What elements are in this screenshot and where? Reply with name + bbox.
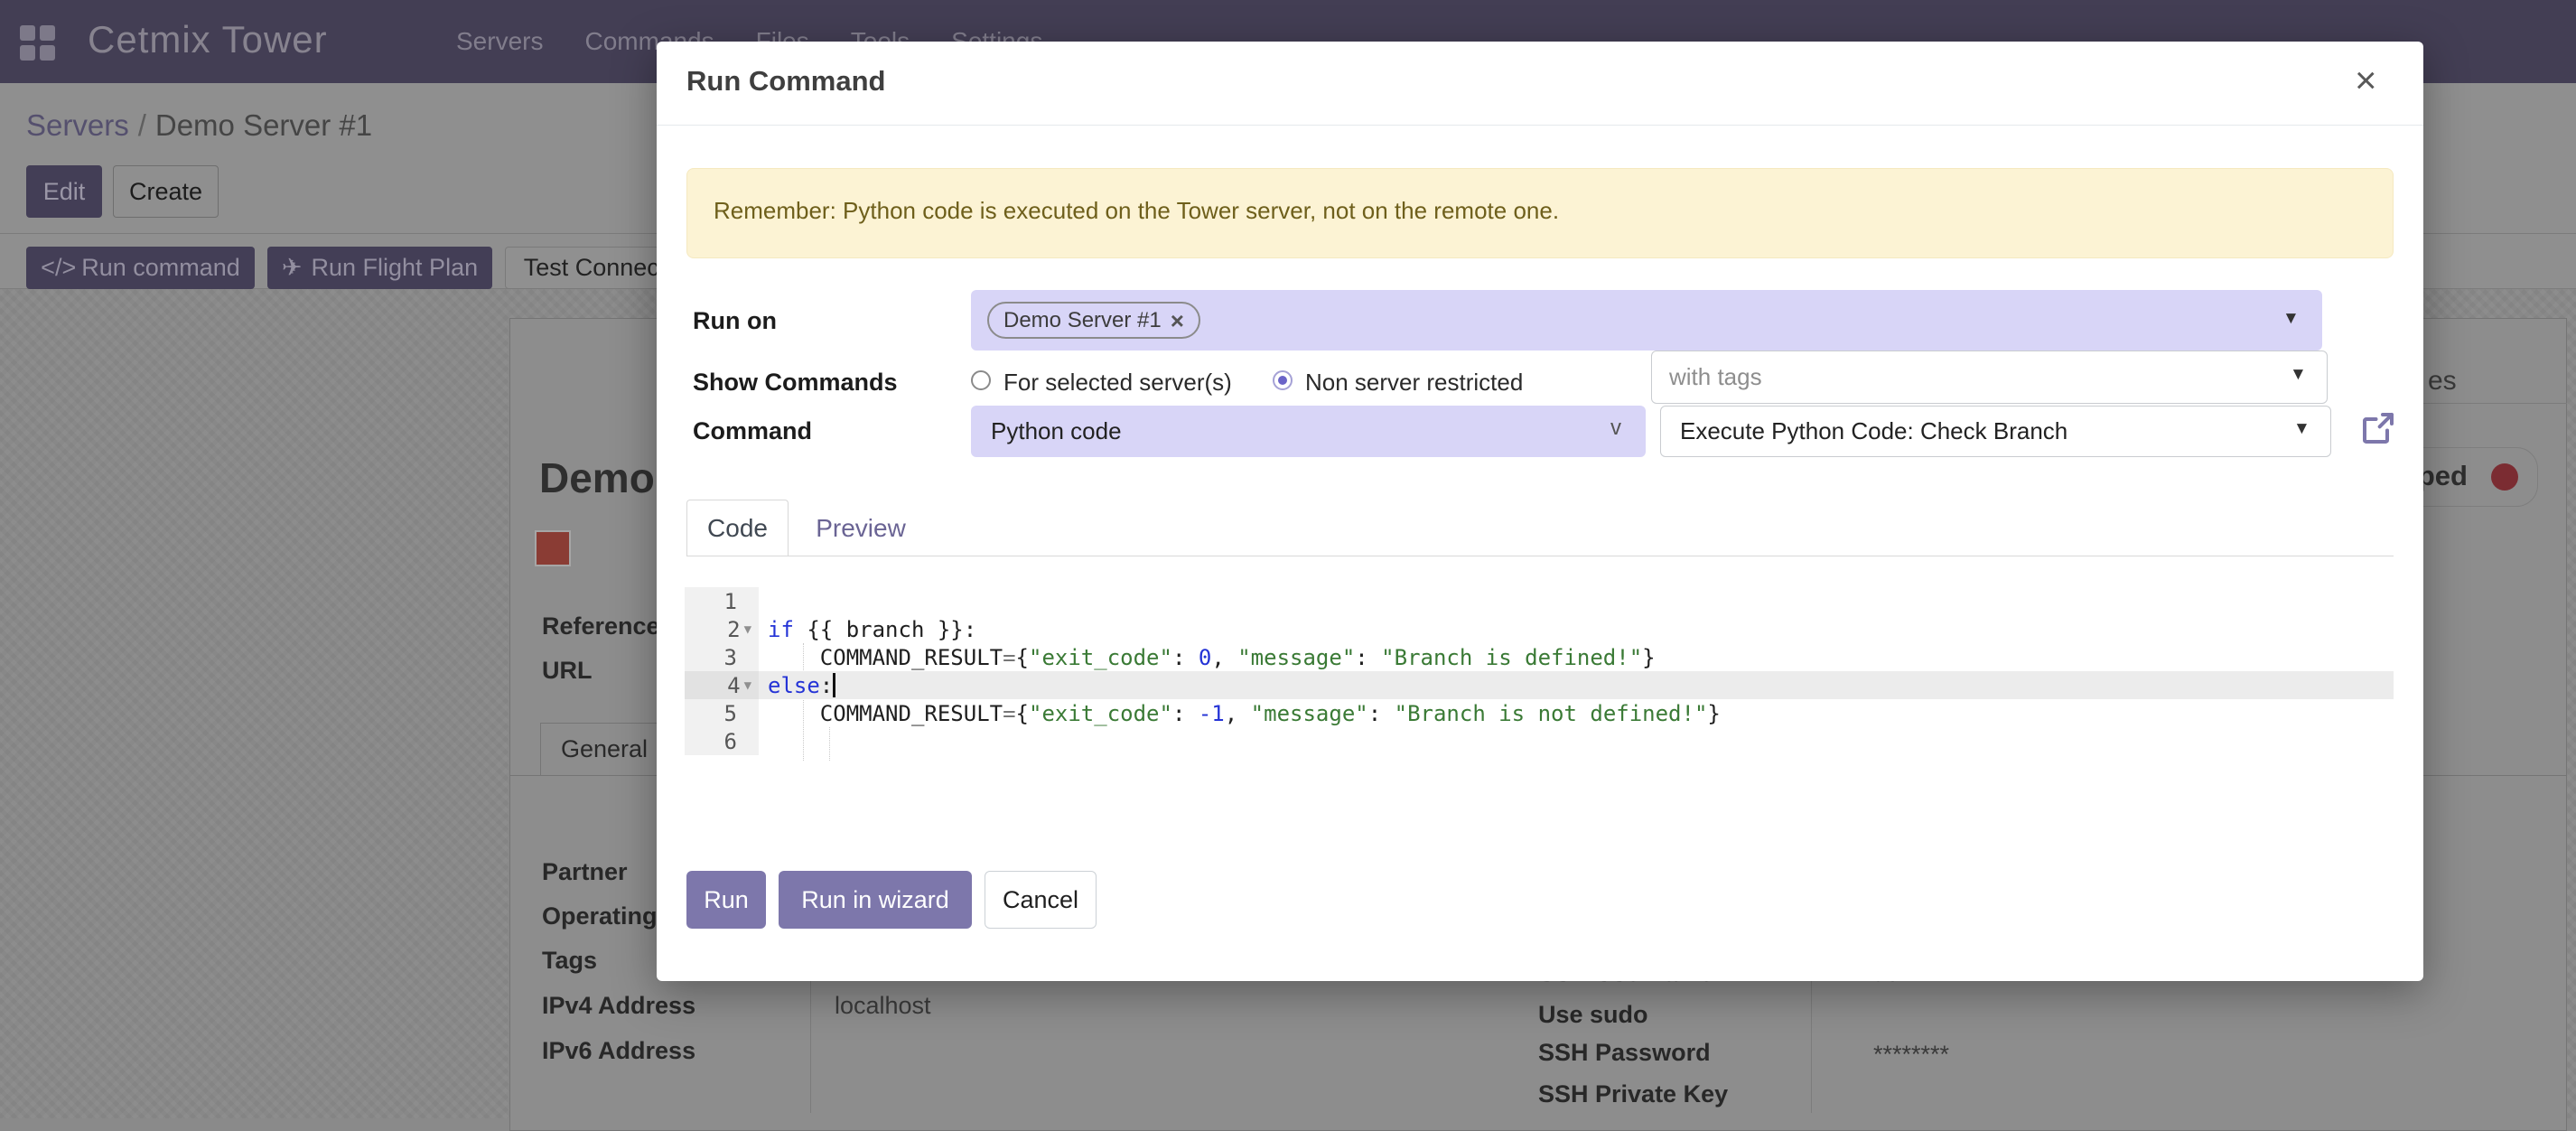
server-tag-pill[interactable]: Demo Server #1 × [987, 302, 1200, 339]
use-sudo-label: Use sudo [1538, 1001, 1648, 1029]
close-icon[interactable]: × [2355, 61, 2377, 99]
modal-header-divider [657, 125, 2423, 126]
chevron-down-icon: ▼ [2282, 309, 2300, 329]
ssh-private-key-label: SSH Private Key [1538, 1080, 1728, 1108]
status-red-dot-icon [2491, 463, 2518, 491]
nav-menu-item-servers[interactable]: Servers [456, 27, 543, 56]
command-label: Command [693, 417, 812, 445]
code-text: COMMAND_RESULT={"exit_code": 0, "message… [759, 645, 1656, 670]
radio-for-selected-servers-label[interactable]: For selected server(s) [1003, 369, 1232, 397]
url-label: URL [542, 657, 593, 685]
ipv4-label: IPv4 Address [542, 992, 695, 1020]
ipv6-label: IPv6 Address [542, 1037, 695, 1065]
run-on-label: Run on [693, 307, 777, 335]
breadcrumb-servers-link[interactable]: Servers [26, 108, 129, 142]
line-number-gutter: 5 [685, 699, 759, 727]
ipv4-value: localhost [835, 992, 931, 1020]
with-tags-placeholder: with tags [1669, 363, 1762, 391]
code-text: COMMAND_RESULT={"exit_code": -1, "messag… [759, 701, 1721, 726]
code-line[interactable]: 1 [685, 587, 2394, 615]
line-number-gutter: 3 [685, 643, 759, 671]
ssh-password-value: ******** [1873, 1041, 1949, 1069]
apps-grid-icon[interactable] [20, 25, 54, 60]
text-cursor [833, 673, 835, 697]
right-tab-fragment[interactable]: es [2428, 366, 2457, 397]
code-icon: </> [41, 254, 76, 282]
radio-non-server-restricted-label[interactable]: Non server restricted [1305, 369, 1523, 397]
modal-title: Run Command [686, 65, 885, 98]
breadcrumb-current: Demo Server #1 [155, 108, 372, 142]
edit-button[interactable]: Edit [26, 165, 102, 218]
radio-for-selected-servers[interactable] [971, 370, 991, 390]
fold-arrow-icon[interactable]: ▼ [744, 622, 751, 637]
partner-label: Partner [542, 858, 628, 886]
show-commands-label: Show Commands [693, 369, 898, 397]
reference-label: Reference [542, 612, 660, 640]
code-line[interactable]: 6 [685, 727, 2394, 755]
create-button[interactable]: Create [113, 165, 219, 218]
command-type-value: Python code [991, 417, 1122, 445]
python-warning-text: Remember: Python code is executed on the… [714, 197, 1559, 225]
cancel-button[interactable]: Cancel [985, 871, 1097, 929]
fold-arrow-icon[interactable]: ▼ [744, 678, 751, 693]
chevron-down-icon: v [1610, 416, 1621, 441]
radio-non-server-restricted[interactable] [1273, 370, 1293, 390]
command-select-value: Execute Python Code: Check Branch [1680, 417, 2067, 445]
table-column-divider-left [810, 974, 811, 1113]
chevron-down-icon: ▼ [2290, 365, 2307, 385]
plane-icon: ✈ [282, 254, 303, 282]
run-flight-plan-button[interactable]: ✈ Run Flight Plan [267, 247, 492, 289]
breadcrumb: Servers/Demo Server #1 [26, 108, 372, 143]
chevron-down-icon: ▼ [2293, 419, 2310, 439]
line-number-gutter: 1 [685, 587, 759, 615]
code-text: if {{ branch }}: [759, 617, 976, 642]
code-line[interactable]: 4▼else: [685, 671, 2394, 699]
tab-code[interactable]: Code [686, 500, 789, 556]
breadcrumb-separator: / [129, 108, 155, 142]
run-button[interactable]: Run [686, 871, 766, 929]
run-command-modal: Run Command × Remember: Python code is e… [657, 42, 2423, 981]
external-link-icon[interactable] [2360, 410, 2396, 451]
remove-tag-icon[interactable]: × [1171, 309, 1184, 332]
code-line[interactable]: 2▼if {{ branch }}: [685, 615, 2394, 643]
run-command-button[interactable]: </> Run command [26, 247, 255, 289]
tags-label: Tags [542, 947, 597, 975]
tab-preview[interactable]: Preview [789, 500, 933, 556]
line-number-gutter: 6 [685, 727, 759, 755]
ssh-password-label: SSH Password [1538, 1039, 1711, 1067]
code-line[interactable]: 5 COMMAND_RESULT={"exit_code": -1, "mess… [685, 699, 2394, 727]
code-editor[interactable]: 12▼if {{ branch }}:3 COMMAND_RESULT={"ex… [685, 587, 2394, 761]
code-text: else: [759, 673, 835, 698]
run-in-wizard-button[interactable]: Run in wizard [779, 871, 972, 929]
brand-title: Cetmix Tower [88, 18, 328, 61]
server-color-swatch[interactable] [535, 530, 571, 566]
code-line[interactable]: 3 COMMAND_RESULT={"exit_code": 0, "messa… [685, 643, 2394, 671]
line-number-gutter: 4▼ [685, 671, 759, 699]
line-number-gutter: 2▼ [685, 615, 759, 643]
